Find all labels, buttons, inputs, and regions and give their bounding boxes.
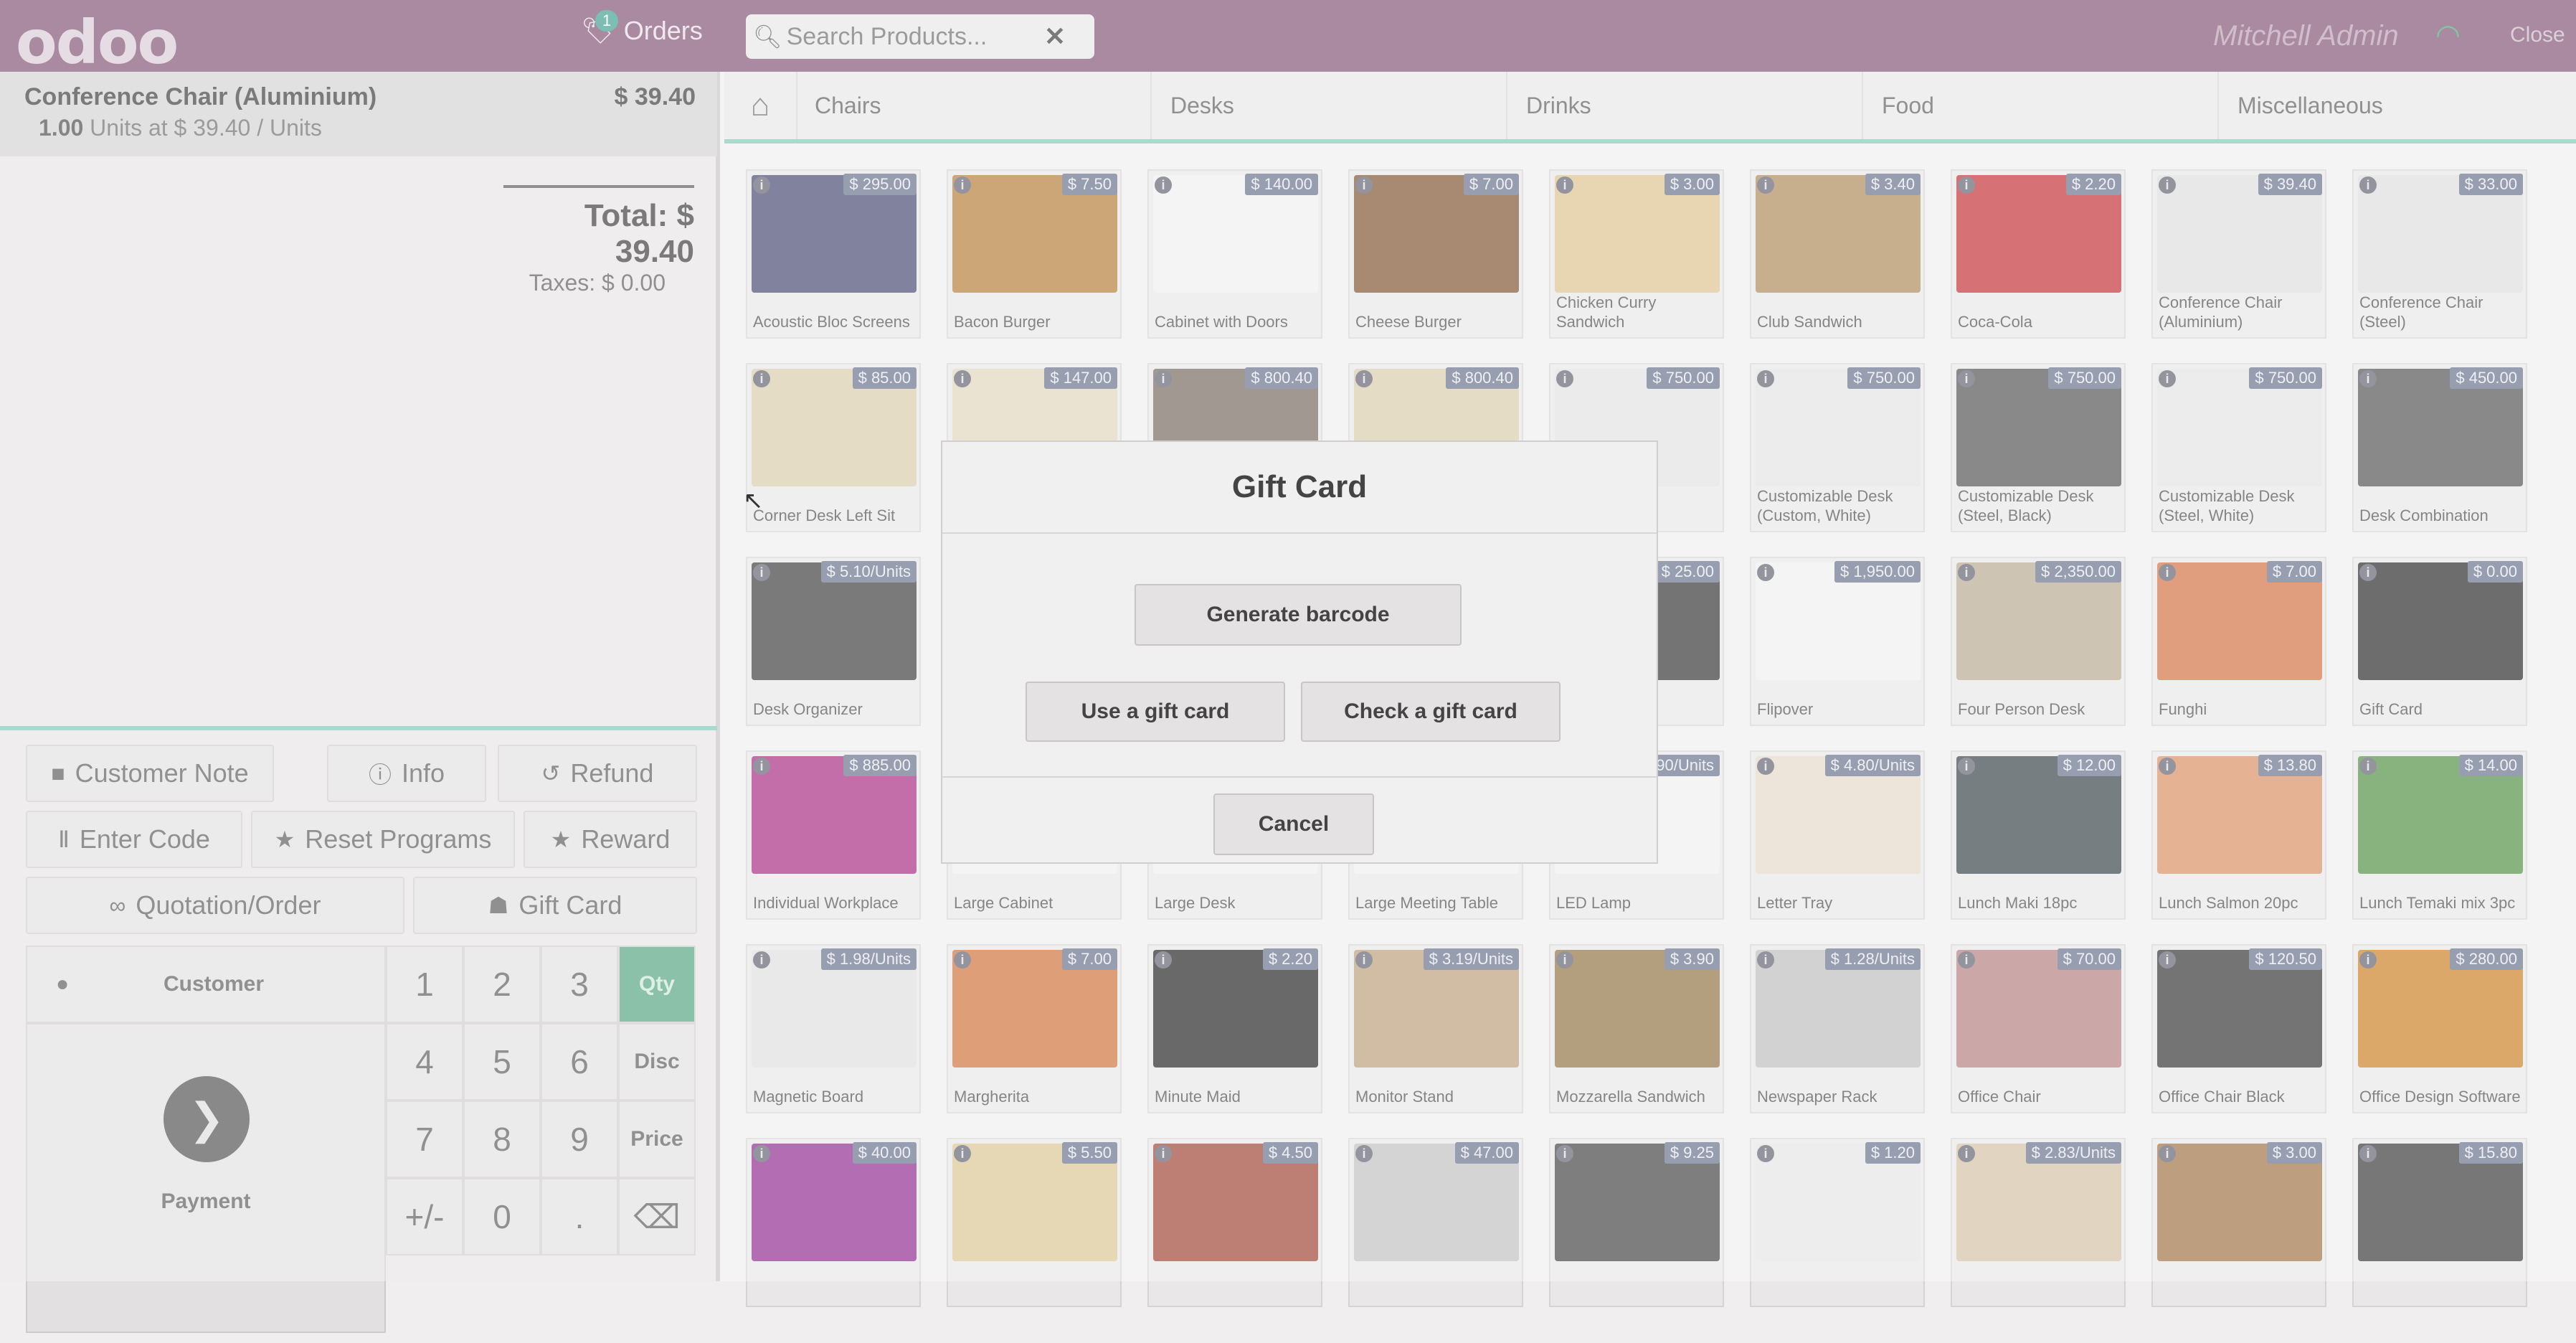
generate-barcode-button[interactable]: Generate barcode	[1135, 584, 1462, 646]
cancel-button[interactable]: Cancel	[1213, 793, 1374, 855]
use-gift-card-button[interactable]: Use a gift card	[1026, 682, 1285, 742]
gift-card-dialog: Gift Card Generate barcode Use a gift ca…	[941, 440, 1658, 864]
mouse-cursor-icon: ↖	[743, 487, 764, 514]
dialog-footer	[942, 776, 1657, 778]
dialog-title: Gift Card	[942, 442, 1657, 534]
check-gift-card-button[interactable]: Check a gift card	[1301, 682, 1561, 742]
